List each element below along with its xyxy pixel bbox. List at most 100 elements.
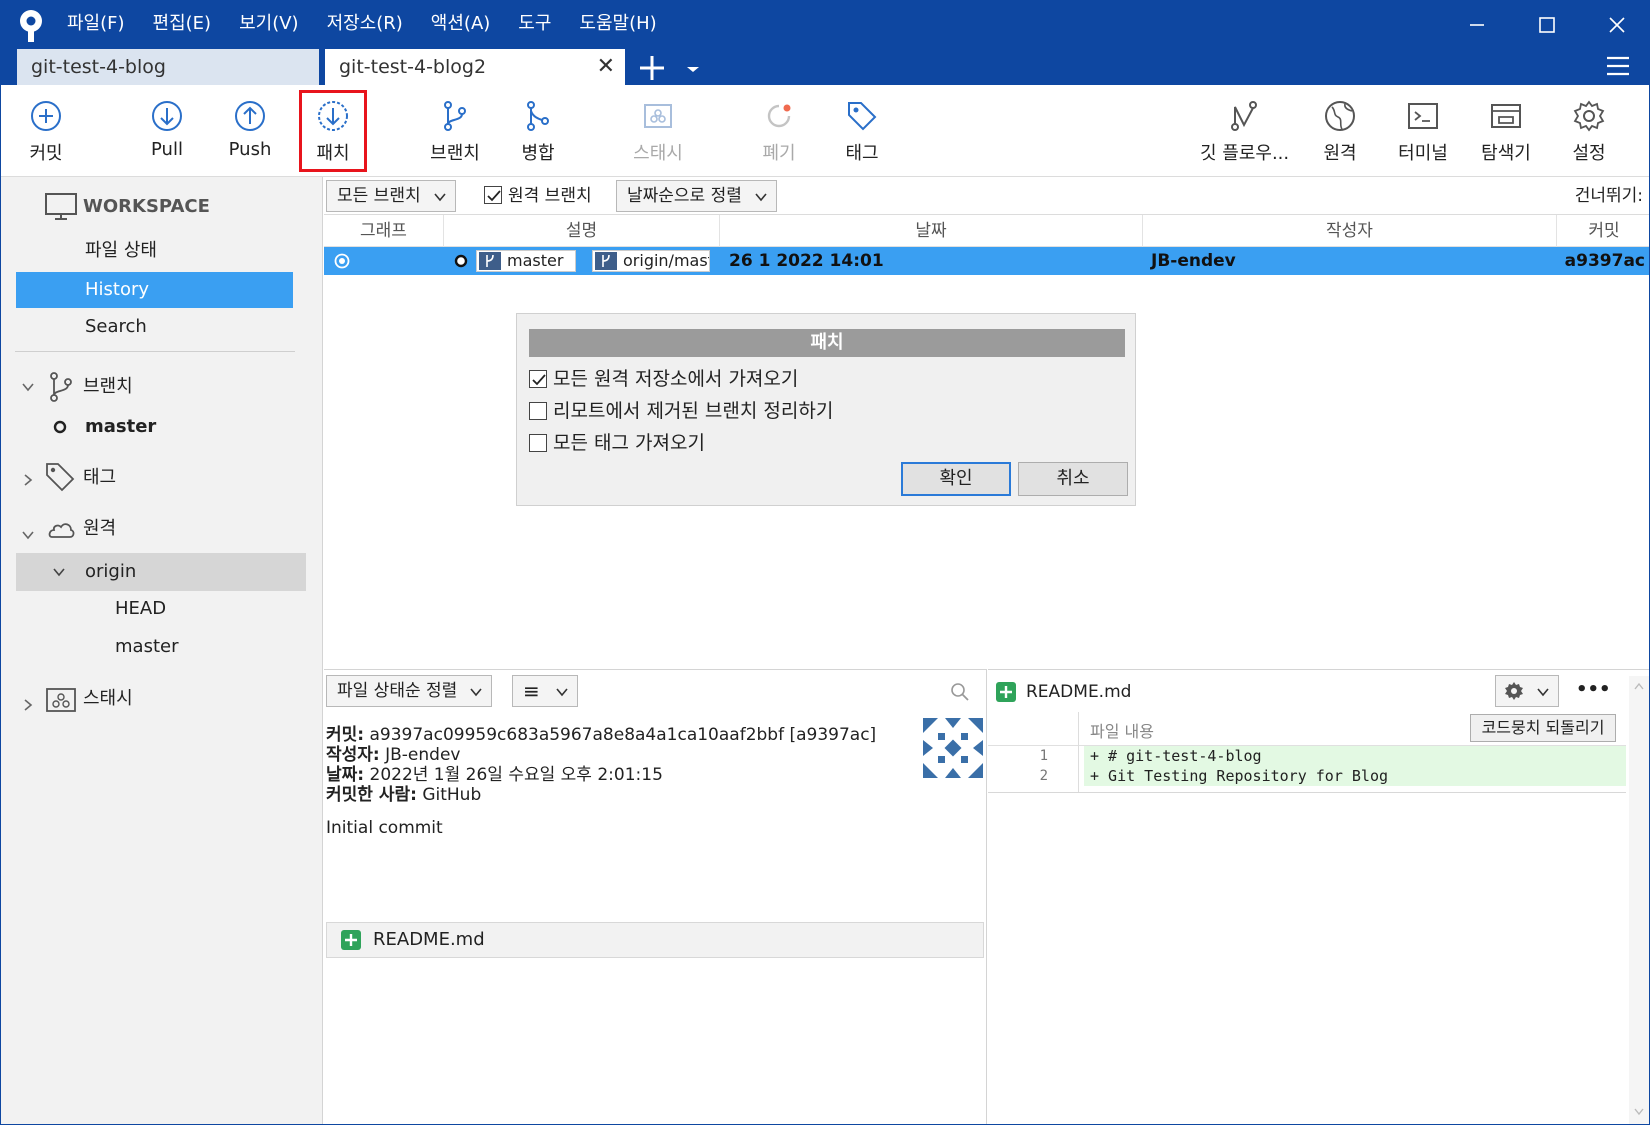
option-fetch-all-remotes[interactable]: 모든 원격 저장소에서 가져오기 [529,364,798,391]
column-header-description[interactable]: 설명 [444,215,720,247]
commit-button[interactable]: 커밋 [6,99,86,165]
stash-label: 스태시 [633,143,683,164]
menu-help[interactable]: 도움말(H) [579,9,656,39]
sidebar-item-history[interactable]: History [16,272,293,308]
tab-git-test-4-blog[interactable]: git-test-4-blog [17,49,319,85]
close-window-button[interactable] [1597,7,1637,43]
chevron-down-icon[interactable] [21,528,35,542]
diff-line-added: + Git Testing Repository for Blog [1084,766,1626,786]
option-label: 모든 원격 저장소에서 가져오기 [553,368,799,390]
tab-dropdown-chevron-icon[interactable] [683,59,703,79]
option-fetch-all-tags[interactable]: 모든 태그 가져오기 [529,428,705,455]
revert-hunk-button[interactable]: 코드뭉치 되돌리기 [1470,714,1616,742]
diff-options-dropdown[interactable] [1495,675,1559,707]
app-window: 파일(F) 편집(E) 보기(V) 저장소(R) 액션(A) 도구 도움말(H)… [0,0,1650,1125]
title-bar: 파일(F) 편집(E) 보기(V) 저장소(R) 액션(A) 도구 도움말(H)… [1,1,1649,85]
search-icon[interactable] [950,682,970,702]
sidebar-branches-heading[interactable]: 브랜치 [83,369,133,405]
sidebar-item-origin-head[interactable]: HEAD [115,591,166,627]
remote-branches-label: 원격 브랜치 [508,186,592,206]
column-header-commit[interactable]: 커밋 [1557,215,1649,247]
sidebar-stash-heading[interactable]: 스태시 [83,681,133,717]
sidebar-item-search[interactable]: Search [85,309,147,345]
tab-label: git-test-4-blog2 [339,56,487,78]
menu-file[interactable]: 파일(F) [67,9,125,39]
branch-filter-dropdown[interactable]: 모든 브랜치 [326,180,456,212]
head-dot-icon [454,254,468,268]
commit-details-panel: 파일 상태순 정렬 ≡ 커밋: a9397ac09959c683a5967a8e… [324,669,987,1124]
sidebar-item-origin[interactable]: origin [16,553,306,591]
sidebar-item-branch-master[interactable]: master [85,409,156,445]
toolbar: 커밋 Pull Push 패치 브랜치 병합 스태시 폐기 태그 깃 플로우..… [1,85,1649,177]
git-flow-button[interactable]: 깃 플로우... [1200,99,1289,165]
pull-label: Pull [151,139,183,160]
push-label: Push [228,139,272,160]
explorer-button[interactable]: 탐색기 [1466,99,1546,165]
option-prune-branches[interactable]: 리모트에서 제거된 브랜치 정리하기 [529,396,833,423]
settings-button[interactable]: 설정 [1549,99,1629,165]
new-tab-plus-icon[interactable] [635,51,669,85]
commit-hash: a9397ac [1564,251,1645,271]
column-header-author[interactable]: 작성자 [1143,215,1557,247]
current-branch-dot-icon [53,420,67,434]
column-header-date[interactable]: 날짜 [720,215,1143,247]
ok-button[interactable]: 확인 [901,462,1011,496]
settings-label: 설정 [1572,143,1606,164]
menu-tools[interactable]: 도구 [518,9,551,39]
terminal-icon [1408,103,1438,129]
cloud-icon [48,523,75,538]
minimize-button[interactable] [1457,7,1497,43]
branch-filter-value: 모든 브랜치 [337,186,421,206]
sidebar-item-origin-master[interactable]: master [115,629,178,665]
line-number: 2 [1039,768,1048,784]
hamburger-menu-icon[interactable] [1605,55,1631,77]
changed-file-row[interactable]: README.md [326,922,984,958]
column-header-graph[interactable]: 그래프 [324,215,444,247]
view-mode-dropdown[interactable]: ≡ [512,675,578,707]
ref-label: origin/mast [623,251,710,270]
graph-node-icon [334,253,350,269]
chevron-right-icon[interactable] [21,698,35,712]
chevron-right-icon[interactable] [21,473,35,487]
sidebar-item-file-status[interactable]: 파일 상태 [85,233,157,269]
menu-actions[interactable]: 액션(A) [431,9,490,39]
tab-close-icon[interactable]: ✕ [597,49,615,85]
branch-button[interactable]: 브랜치 [415,99,495,165]
menu-edit[interactable]: 편집(E) [153,9,212,39]
merge-button[interactable]: 병합 [498,99,578,165]
minimize-icon [1470,24,1484,26]
sidebar-tags-heading[interactable]: 태그 [83,460,116,496]
remote-button[interactable]: 원격 [1300,99,1380,165]
committer-label: 커밋한 사람: [326,785,417,805]
diff-vertical-scrollbar[interactable] [1629,676,1649,1124]
cancel-button[interactable]: 취소 [1018,462,1128,496]
more-options-icon[interactable]: ••• [1576,676,1611,704]
remote-branches-checkbox[interactable]: 원격 브랜치 [484,180,592,212]
fetch-dialog: 패치 모든 원격 저장소에서 가져오기 리모트에서 제거된 브랜치 정리하기 모… [516,313,1136,506]
menu-repository[interactable]: 저장소(R) [327,9,403,39]
stash-button[interactable]: 스태시 [618,99,698,165]
file-sort-dropdown[interactable]: 파일 상태순 정렬 [326,675,493,707]
terminal-button[interactable]: 터미널 [1383,99,1463,165]
sidebar-workspace-heading: WORKSPACE [83,196,210,217]
sort-order-dropdown[interactable]: 날짜순으로 정렬 [616,180,777,212]
sidebar-remotes-heading[interactable]: 원격 [83,511,116,547]
sidebar: WORKSPACE 파일 상태 History Search 브랜치 maste… [1,177,323,1124]
commit-row[interactable]: master origin/mast 26 1 2022 14:01 JB-en… [324,247,1649,275]
tag-button[interactable]: 태그 [822,99,902,165]
menu-view[interactable]: 보기(V) [239,9,298,39]
tab-git-test-4-blog2[interactable]: git-test-4-blog2 ✕ [325,49,625,85]
checkbox-checked [529,370,547,388]
maximize-button[interactable] [1527,7,1567,43]
sort-order-value: 날짜순으로 정렬 [627,186,742,206]
commit-label: 커밋 [29,143,63,164]
chevron-down-icon[interactable] [21,380,35,394]
committer-value: GitHub [422,785,482,805]
chevron-down-icon [470,688,482,697]
stash-icon [46,688,76,712]
discard-button[interactable]: 폐기 [739,99,819,165]
push-button[interactable]: Push [210,99,290,160]
chevron-down-icon [755,193,767,202]
gear-icon [1573,100,1605,132]
pull-button[interactable]: Pull [127,99,207,160]
